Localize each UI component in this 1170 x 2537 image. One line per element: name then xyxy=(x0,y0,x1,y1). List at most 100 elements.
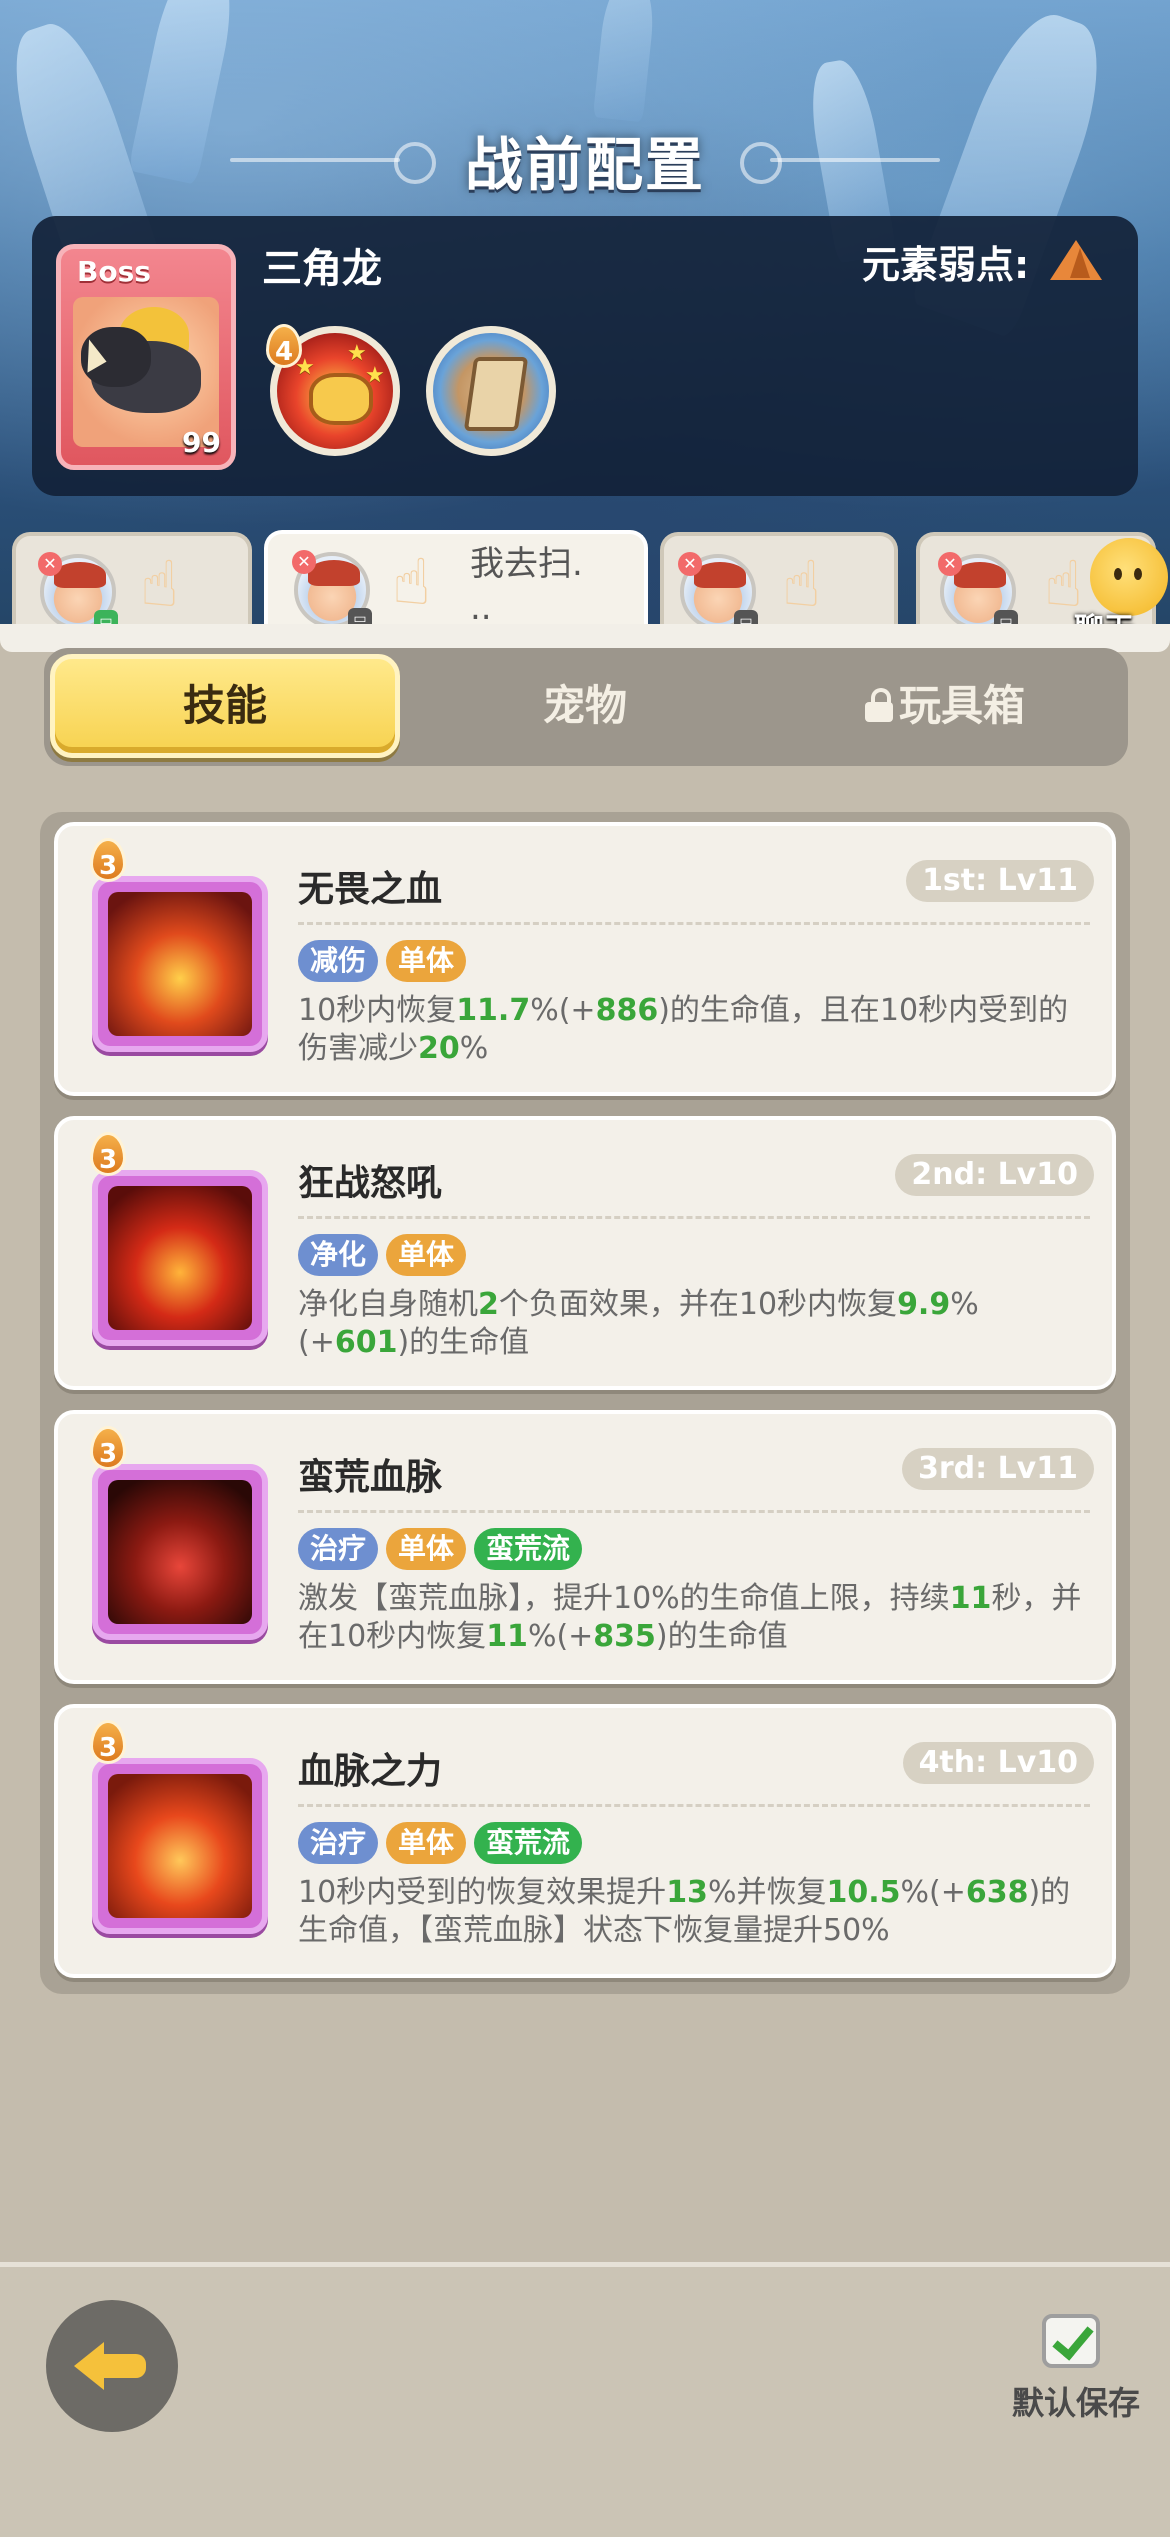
lock-icon xyxy=(864,688,893,722)
shield-skill-icon[interactable] xyxy=(426,326,556,456)
desc-highlight: 11 xyxy=(486,1619,528,1654)
earth-element-icon[interactable] xyxy=(1050,240,1102,280)
default-save-label[interactable]: 默认保存 xyxy=(1012,2378,1140,2424)
desc-text: 激发【蛮荒血脉】，提升10%的生命值上限，持续 xyxy=(298,1581,950,1616)
page-title: 战前配置 xyxy=(464,131,705,199)
tab-toybox[interactable]: 玩具箱 xyxy=(770,654,1120,758)
desc-highlight: 13 xyxy=(666,1875,708,1910)
skill-art xyxy=(108,892,252,1036)
player-avatar: ✕ ▭ xyxy=(678,552,758,632)
player-avatar: ✕ ▭ xyxy=(38,552,118,632)
skill-icon[interactable]: 3 xyxy=(90,1720,268,1934)
skill-icon[interactable]: 3 xyxy=(90,1132,268,1346)
desc-text: 10秒内恢复 xyxy=(298,993,457,1028)
skill-tags: 净化 单体 xyxy=(298,1234,474,1276)
weakness-label: 元素弱点: xyxy=(862,243,1030,287)
desc-text: %(+ xyxy=(900,1875,966,1910)
desc-highlight: 601 xyxy=(334,1325,398,1360)
triceratops-portrait xyxy=(73,297,219,447)
divider xyxy=(298,1510,1090,1513)
player-avatar: ✕ ▭ xyxy=(292,550,372,630)
team-member-message: 我去扫. .. xyxy=(470,544,583,628)
ready-hand-icon: ☝ xyxy=(140,548,179,622)
skill-art xyxy=(108,1774,252,1918)
desc-highlight: 638 xyxy=(965,1875,1029,1910)
boss-level: 99 xyxy=(182,426,221,459)
skill-art xyxy=(108,1186,252,1330)
desc-highlight: 835 xyxy=(593,1619,656,1654)
skill-level-pill: 1st: Lv11 xyxy=(906,860,1094,902)
default-save-checkbox[interactable] xyxy=(1042,2314,1100,2368)
desc-text: %(+ xyxy=(530,993,596,1028)
tab-pets[interactable]: 宠物 xyxy=(410,654,760,758)
desc-highlight: 886 xyxy=(595,993,659,1028)
skill-level-pill: 2nd: Lv10 xyxy=(895,1154,1094,1196)
bottom-bar xyxy=(0,2262,1170,2537)
desc-highlight: 11 xyxy=(949,1581,992,1616)
skill-level-pill: 3rd: Lv11 xyxy=(901,1448,1094,1490)
skill-tag: 单体 xyxy=(386,1234,467,1276)
desc-highlight: 2 xyxy=(478,1287,499,1322)
desc-text: )的生命值 xyxy=(655,1619,788,1654)
skill-rank-badge: 3 xyxy=(90,1426,126,1470)
skill-description: 激发【蛮荒血脉】，提升10%的生命值上限，持续11秒，并在10秒内恢复11%(+… xyxy=(298,1580,1088,1656)
divider xyxy=(298,1216,1090,1219)
team-tab-1[interactable]: ✕ ▭ ☝ xyxy=(12,532,252,632)
skill-name: 血脉之力 xyxy=(298,1751,443,1792)
skill-icon[interactable]: 3 xyxy=(90,838,268,1052)
skill-name: 蛮荒血脉 xyxy=(298,1457,443,1498)
desc-text: % xyxy=(459,1031,489,1066)
divider xyxy=(298,922,1090,925)
skill-tag: 蛮荒流 xyxy=(474,1528,583,1570)
skill-description: 净化自身随机2个负面效果，并在10秒内恢复9.9%(+601)的生命值 xyxy=(298,1286,1088,1362)
desc-text: )的生命值 xyxy=(397,1325,530,1360)
skill-tag: 治疗 xyxy=(298,1528,379,1570)
skill-tag: 单体 xyxy=(386,940,467,982)
skill-tag: 蛮荒流 xyxy=(474,1822,583,1864)
skill-card[interactable]: 3 蛮荒血脉 3rd: Lv11 治疗 单体 蛮荒流激发【蛮荒血脉】，提升10%的生命值上… xyxy=(54,1410,1116,1684)
skill-tag: 治疗 xyxy=(298,1822,379,1864)
back-button[interactable] xyxy=(46,2300,178,2432)
boss-tag: Boss xyxy=(77,255,151,288)
skill-tags: 减伤 单体 xyxy=(298,940,474,982)
desc-highlight: 20 xyxy=(418,1031,460,1066)
desc-text: %并恢复 xyxy=(707,1875,827,1910)
skill-art xyxy=(108,1480,252,1624)
team-tab-3[interactable]: ✕ ▭ ☝ xyxy=(660,532,898,632)
desc-highlight: 9.9 xyxy=(897,1287,951,1322)
back-arrow-tail xyxy=(102,2354,146,2378)
desc-highlight: 11.7 xyxy=(456,993,531,1028)
desc-text: 净化自身随机 xyxy=(298,1287,478,1322)
skill-icon[interactable]: 3 xyxy=(90,1426,268,1640)
desc-highlight: 10.5 xyxy=(826,1875,901,1910)
ready-hand-icon: ☝ xyxy=(782,548,821,622)
skill-card[interactable]: 3 血脉之力 4th: Lv10 治疗 单体 蛮荒流 10秒内受到的恢复效果提升13%并恢复… xyxy=(54,1704,1116,1978)
divider xyxy=(298,1804,1090,1807)
tab-skills[interactable]: 技能 xyxy=(50,654,400,758)
skill-name: 狂战怒吼 xyxy=(298,1163,443,1204)
boss-card[interactable]: Boss 99 xyxy=(56,244,236,470)
ready-hand-icon: ☝ xyxy=(392,546,431,620)
team-tab-2[interactable]: ✕ ▭ ☝ xyxy=(264,530,648,630)
skill-card[interactable]: 3 狂战怒吼 2nd: Lv10 净化 单体净化自身随机2个负面效果，并在10秒内恢复9… xyxy=(54,1116,1116,1390)
back-arrow-icon xyxy=(74,2342,104,2390)
skill-description: 10秒内恢复11.7%(+886)的生命值，且在10秒内受到的伤害减少20% xyxy=(298,992,1088,1068)
skill-description: 10秒内受到的恢复效果提升13%并恢复10.5%(+638)的生命值，【蛮荒血脉… xyxy=(298,1874,1088,1950)
skill-tag: 单体 xyxy=(386,1528,467,1570)
skill-tag: 减伤 xyxy=(298,940,379,982)
tab-toybox-label: 玩具箱 xyxy=(898,681,1025,730)
skill-level-pill: 4th: Lv10 xyxy=(902,1742,1094,1784)
boss-name: 三角龙 xyxy=(262,246,382,292)
skill-rank-badge: 3 xyxy=(90,1132,126,1176)
skill-rank-badge: 3 xyxy=(90,838,126,882)
boss-skill-level-badge: 4 xyxy=(266,324,302,368)
skill-name: 无畏之血 xyxy=(298,869,443,910)
skill-rank-badge: 3 xyxy=(90,1720,126,1764)
skill-tag: 净化 xyxy=(298,1234,379,1276)
desc-text: 个负面效果，并在10秒内恢复 xyxy=(498,1287,898,1322)
skill-tag: 单体 xyxy=(386,1822,467,1864)
desc-text: %(+ xyxy=(527,1619,594,1654)
skill-card[interactable]: 3 无畏之血 1st: Lv11 减伤 单体 10秒内恢复11.7%(+886)的生命值，… xyxy=(54,822,1116,1096)
skill-tags: 治疗 单体 蛮荒流 xyxy=(298,1528,590,1570)
skill-tags: 治疗 单体 蛮荒流 xyxy=(298,1822,590,1864)
